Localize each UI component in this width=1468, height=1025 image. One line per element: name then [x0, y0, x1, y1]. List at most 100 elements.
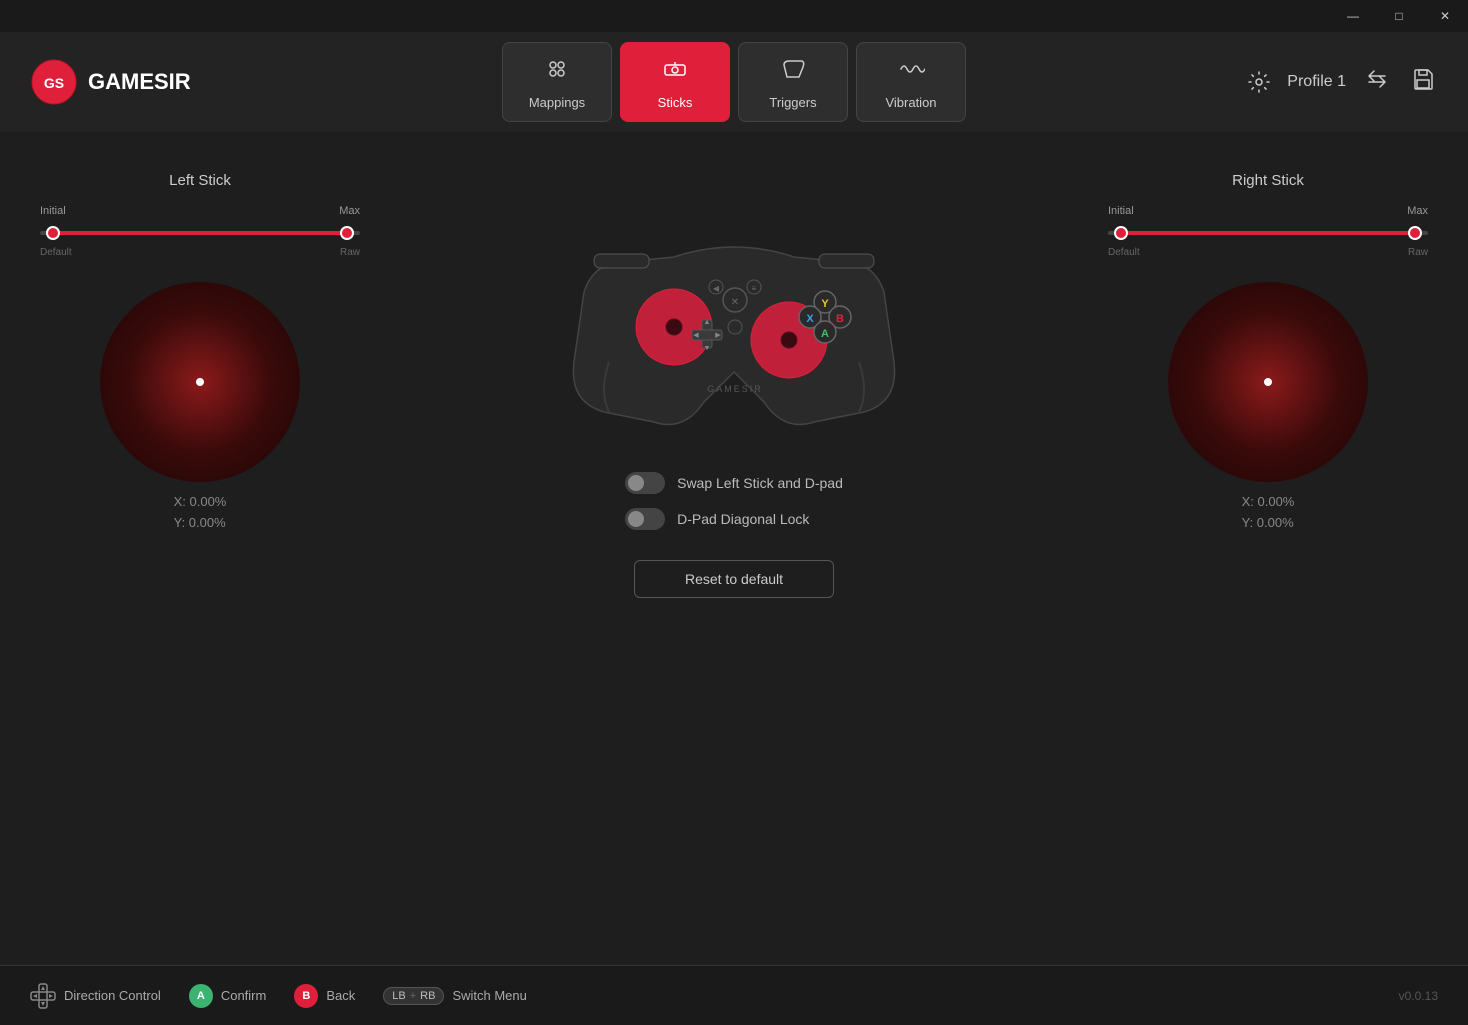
left-stick-x: X: 0.00% [174, 492, 227, 513]
right-stick-x: X: 0.00% [1242, 492, 1295, 513]
tab-triggers[interactable]: Triggers [738, 42, 848, 122]
titlebar: — □ ✕ [0, 0, 1468, 32]
right-raw-label: Raw [1408, 247, 1428, 258]
back-label: Back [326, 988, 355, 1003]
tab-vibration-label: Vibration [885, 95, 936, 110]
svg-text:◀: ◀ [693, 332, 699, 339]
b-button-badge: B [294, 984, 318, 1008]
svg-text:▲: ▲ [704, 319, 711, 326]
lb-rb-badge: LB + RB [383, 987, 444, 1005]
left-raw-label: Raw [340, 247, 360, 258]
left-initial-label: Initial [40, 205, 66, 217]
footer-back: B Back [294, 984, 355, 1008]
header-right: Profile 1 [1247, 64, 1438, 100]
dpad-lock-toggle[interactable] [625, 508, 665, 530]
right-stick-slider-labels: Initial Max [1108, 205, 1428, 217]
left-stick-panel: Left Stick Initial Max Default Raw [40, 172, 360, 534]
svg-text:✕: ✕ [731, 297, 739, 308]
left-stick-visualizer [100, 282, 300, 482]
left-stick-slider-labels: Initial Max [40, 205, 360, 217]
footer: Direction Control A Confirm B Back LB + … [0, 965, 1468, 1025]
left-stick-sublabels: Default Raw [40, 247, 360, 258]
tab-vibration[interactable]: Vibration [856, 42, 966, 122]
right-stick-max-thumb[interactable] [1408, 226, 1422, 240]
svg-text:B: B [836, 313, 844, 325]
confirm-label: Confirm [221, 988, 267, 1003]
sticks-row: Left Stick Initial Max Default Raw [40, 172, 1428, 598]
left-stick-slider-fill [53, 231, 347, 235]
svg-text:▼: ▼ [704, 345, 711, 352]
rb-label: RB [420, 990, 435, 1002]
swap-stick-toggle[interactable] [625, 472, 665, 494]
vibration-icon [897, 55, 925, 89]
right-stick-y: Y: 0.00% [1242, 513, 1295, 534]
left-stick-y: Y: 0.00% [174, 513, 227, 534]
left-stick-slider[interactable] [40, 231, 360, 235]
tab-mappings-label: Mappings [529, 95, 585, 110]
close-button[interactable]: ✕ [1422, 0, 1468, 32]
settings-icon[interactable] [1247, 70, 1271, 94]
swap-stick-label: Swap Left Stick and D-pad [677, 475, 843, 491]
tab-sticks-label: Sticks [658, 95, 693, 110]
controller-svg: ▲ ▼ ◀ ▶ Y X B A [554, 172, 914, 442]
svg-text:◀: ◀ [713, 284, 720, 293]
right-stick-title: Right Stick [1232, 172, 1304, 189]
left-stick-title: Left Stick [169, 172, 231, 189]
right-default-label: Default [1108, 247, 1140, 258]
tab-sticks[interactable]: Sticks [620, 42, 730, 122]
reset-button[interactable]: Reset to default [634, 560, 834, 598]
right-stick-slider[interactable] [1108, 231, 1428, 235]
switch-profile-button[interactable] [1362, 64, 1392, 100]
left-stick-dot [196, 378, 204, 386]
footer-switch-menu: LB + RB Switch Menu [383, 987, 527, 1005]
controller-center: ▲ ▼ ◀ ▶ Y X B A [534, 172, 934, 598]
left-stick-initial-thumb[interactable] [46, 226, 60, 240]
profile-label: Profile 1 [1287, 73, 1346, 91]
dpad-lock-toggle-row: D-Pad Diagonal Lock [625, 508, 843, 530]
svg-text:GAMESIR: GAMESIR [707, 384, 763, 394]
right-stick-slider-fill [1121, 231, 1415, 235]
right-max-label: Max [1407, 205, 1428, 217]
version-label: v0.0.13 [1399, 989, 1438, 1003]
maximize-button[interactable]: □ [1376, 0, 1422, 32]
svg-text:Y: Y [821, 298, 829, 310]
swap-stick-knob [628, 475, 644, 491]
right-stick-panel: Right Stick Initial Max Default Raw [1108, 172, 1428, 534]
right-stick-visualizer [1168, 282, 1368, 482]
logo-text: GAMESIR [88, 69, 191, 95]
mappings-icon [543, 55, 571, 89]
left-default-label: Default [40, 247, 72, 258]
dpad-lock-label: D-Pad Diagonal Lock [677, 511, 809, 527]
left-stick-slider-row: Initial Max Default Raw [40, 205, 360, 258]
svg-text:▶: ▶ [715, 332, 721, 339]
controller-illustration: ▲ ▼ ◀ ▶ Y X B A [554, 172, 914, 452]
svg-text:GS: GS [44, 75, 64, 91]
logo: GS GAMESIR [30, 58, 191, 106]
tab-mappings[interactable]: Mappings [502, 42, 612, 122]
left-stick-max-thumb[interactable] [340, 226, 354, 240]
toggle-options: Swap Left Stick and D-pad D-Pad Diagonal… [625, 472, 843, 530]
gamesir-logo-icon: GS [30, 58, 78, 106]
footer-direction-control: Direction Control [30, 983, 161, 1009]
swap-stick-toggle-row: Swap Left Stick and D-pad [625, 472, 843, 494]
direction-control-label: Direction Control [64, 988, 161, 1003]
left-max-label: Max [339, 205, 360, 217]
save-button[interactable] [1408, 64, 1438, 100]
svg-text:A: A [821, 328, 829, 340]
header: GS GAMESIR Mappings [0, 32, 1468, 132]
nav-tabs: Mappings Sticks Triggers [502, 42, 966, 122]
right-stick-sublabels: Default Raw [1108, 247, 1428, 258]
minimize-button[interactable]: — [1330, 0, 1376, 32]
main-content: Left Stick Initial Max Default Raw [0, 132, 1468, 965]
sticks-icon [661, 55, 689, 89]
svg-text:≡: ≡ [752, 284, 757, 293]
left-stick-coords: X: 0.00% Y: 0.00% [174, 492, 227, 534]
svg-text:X: X [806, 313, 814, 325]
triggers-icon [779, 55, 807, 89]
switch-menu-label: Switch Menu [452, 988, 526, 1003]
footer-confirm: A Confirm [189, 984, 267, 1008]
dpad-footer-icon [30, 983, 56, 1009]
right-stick-initial-thumb[interactable] [1114, 226, 1128, 240]
right-stick-slider-row: Initial Max Default Raw [1108, 205, 1428, 258]
a-button-badge: A [189, 984, 213, 1008]
